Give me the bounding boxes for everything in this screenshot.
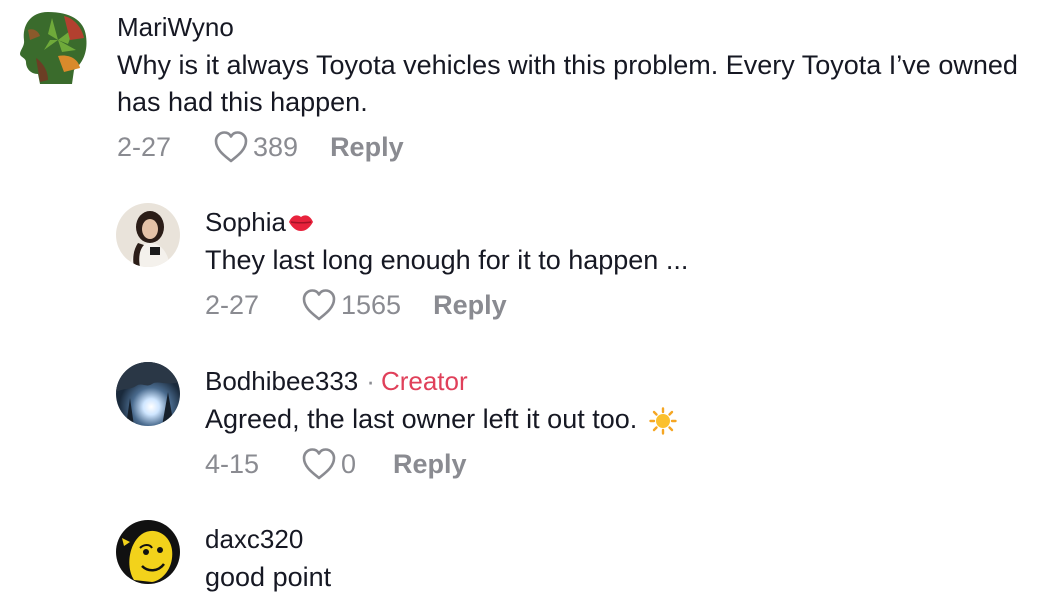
heart-icon[interactable] bbox=[301, 288, 337, 322]
separator-dot: · bbox=[366, 366, 375, 396]
creator-badge: Creator bbox=[380, 366, 468, 396]
avatar[interactable] bbox=[116, 520, 180, 584]
avatar[interactable] bbox=[18, 10, 90, 86]
comment-date: 4-15 bbox=[205, 448, 260, 479]
like-button[interactable]: 1565 bbox=[301, 288, 401, 322]
comment-date: 2-27 bbox=[117, 131, 172, 162]
comment-text-body: Agreed, the last owner left it out too. bbox=[205, 404, 638, 434]
avatar[interactable] bbox=[116, 203, 180, 267]
username-text[interactable]: MariWyno bbox=[117, 11, 234, 43]
comment-meta: 2-27 389 Reply bbox=[117, 127, 1037, 167]
comment-text: good point bbox=[205, 562, 332, 592]
username-text[interactable]: Bodhibee333 bbox=[205, 365, 358, 397]
reply-button[interactable]: Reply bbox=[393, 449, 467, 480]
heart-icon[interactable] bbox=[213, 130, 249, 164]
comment-text: Why is it always Toyota vehicles with th… bbox=[117, 50, 1018, 117]
comment-date: 2-27 bbox=[205, 289, 260, 320]
comment-meta: 2-27 1565 Reply bbox=[205, 285, 1025, 325]
head-collage-avatar-icon bbox=[20, 12, 87, 84]
comment-text: Agreed, the last owner left it out too. bbox=[205, 401, 1025, 438]
night-sky-avatar-icon bbox=[116, 362, 180, 426]
avatar[interactable] bbox=[116, 362, 180, 426]
comment-username[interactable]: Bodhibee333 · Creator bbox=[205, 365, 1025, 397]
heart-icon[interactable] bbox=[301, 447, 337, 481]
username-text[interactable]: daxc320 bbox=[205, 523, 303, 555]
like-count: 0 bbox=[341, 448, 357, 479]
comment-username[interactable]: Sophia bbox=[205, 206, 1025, 238]
cartoon-face-avatar-icon bbox=[116, 520, 180, 584]
comment-username[interactable]: daxc320 bbox=[205, 523, 1025, 555]
reply-button[interactable]: Reply bbox=[433, 290, 507, 321]
comment-text: They last long enough for it to happen .… bbox=[205, 245, 689, 275]
sun-icon bbox=[649, 407, 677, 435]
like-button[interactable]: 389 bbox=[213, 130, 298, 164]
profile-photo-avatar-icon bbox=[116, 203, 180, 267]
comment-username[interactable]: MariWyno bbox=[117, 11, 1037, 43]
comment-meta: 4-15 0 Reply bbox=[205, 444, 1025, 484]
username-text[interactable]: Sophia bbox=[205, 206, 286, 238]
like-button[interactable]: 0 bbox=[301, 447, 361, 481]
like-count: 1565 bbox=[341, 289, 402, 320]
lips-icon bbox=[288, 215, 313, 231]
like-count: 389 bbox=[253, 131, 299, 162]
reply-button[interactable]: Reply bbox=[330, 132, 404, 163]
